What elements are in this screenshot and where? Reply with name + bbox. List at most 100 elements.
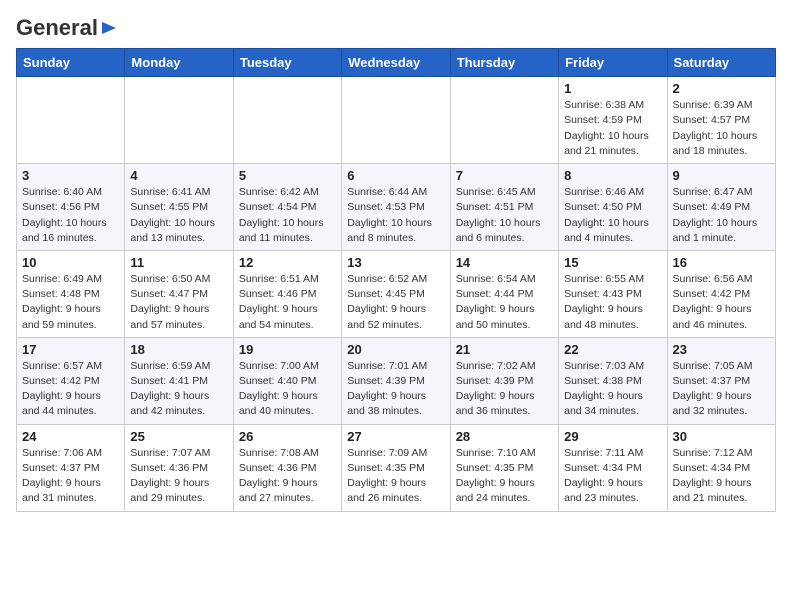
calendar-cell: 30 Sunrise: 7:12 AM Sunset: 4:34 PM Dayli…	[667, 424, 775, 511]
calendar-cell: 22 Sunrise: 7:03 AM Sunset: 4:38 PM Dayli…	[559, 337, 667, 424]
day-number: 23	[673, 342, 770, 357]
week-row-2: 3 Sunrise: 6:40 AM Sunset: 4:56 PM Daylig…	[17, 164, 776, 251]
day-info: Sunrise: 6:38 AM Sunset: 4:59 PM Dayligh…	[564, 98, 661, 159]
day-number: 8	[564, 168, 661, 183]
day-number: 14	[456, 255, 553, 270]
day-number: 28	[456, 429, 553, 444]
day-info: Sunrise: 6:41 AM Sunset: 4:55 PM Dayligh…	[130, 185, 227, 246]
day-number: 19	[239, 342, 336, 357]
day-number: 13	[347, 255, 444, 270]
logo-general: General	[16, 16, 98, 40]
weekday-header-row: SundayMondayTuesdayWednesdayThursdayFrid…	[17, 49, 776, 77]
day-info: Sunrise: 7:08 AM Sunset: 4:36 PM Dayligh…	[239, 446, 336, 507]
day-info: Sunrise: 6:40 AM Sunset: 4:56 PM Dayligh…	[22, 185, 119, 246]
weekday-header-tuesday: Tuesday	[233, 49, 341, 77]
day-number: 11	[130, 255, 227, 270]
week-row-3: 10 Sunrise: 6:49 AM Sunset: 4:48 PM Dayli…	[17, 250, 776, 337]
day-number: 20	[347, 342, 444, 357]
day-number: 4	[130, 168, 227, 183]
day-info: Sunrise: 6:45 AM Sunset: 4:51 PM Dayligh…	[456, 185, 553, 246]
calendar-cell: 24 Sunrise: 7:06 AM Sunset: 4:37 PM Dayli…	[17, 424, 125, 511]
day-number: 16	[673, 255, 770, 270]
day-info: Sunrise: 7:03 AM Sunset: 4:38 PM Dayligh…	[564, 359, 661, 420]
calendar-cell: 7 Sunrise: 6:45 AM Sunset: 4:51 PM Daylig…	[450, 164, 558, 251]
day-number: 10	[22, 255, 119, 270]
day-number: 3	[22, 168, 119, 183]
day-info: Sunrise: 7:00 AM Sunset: 4:40 PM Dayligh…	[239, 359, 336, 420]
calendar-cell: 19 Sunrise: 7:00 AM Sunset: 4:40 PM Dayli…	[233, 337, 341, 424]
week-row-4: 17Sunrise: 6:57 AM Sunset: 4:42 PM Dayli…	[17, 337, 776, 424]
day-number: 25	[130, 429, 227, 444]
calendar-cell	[125, 77, 233, 164]
calendar-cell: 11 Sunrise: 6:50 AM Sunset: 4:47 PM Dayli…	[125, 250, 233, 337]
week-row-5: 24 Sunrise: 7:06 AM Sunset: 4:37 PM Dayli…	[17, 424, 776, 511]
calendar-table: SundayMondayTuesdayWednesdayThursdayFrid…	[16, 48, 776, 511]
calendar-cell	[17, 77, 125, 164]
calendar-cell: 1Sunrise: 6:38 AM Sunset: 4:59 PM Daylig…	[559, 77, 667, 164]
day-info: Sunrise: 6:49 AM Sunset: 4:48 PM Dayligh…	[22, 272, 119, 333]
day-info: Sunrise: 7:01 AM Sunset: 4:39 PM Dayligh…	[347, 359, 444, 420]
calendar-cell: 16 Sunrise: 6:56 AM Sunset: 4:42 PM Dayli…	[667, 250, 775, 337]
calendar-cell: 27 Sunrise: 7:09 AM Sunset: 4:35 PM Dayli…	[342, 424, 450, 511]
day-number: 22	[564, 342, 661, 357]
calendar-cell: 4 Sunrise: 6:41 AM Sunset: 4:55 PM Daylig…	[125, 164, 233, 251]
weekday-header-wednesday: Wednesday	[342, 49, 450, 77]
day-info: Sunrise: 7:12 AM Sunset: 4:34 PM Dayligh…	[673, 446, 770, 507]
calendar-cell: 21 Sunrise: 7:02 AM Sunset: 4:39 PM Dayli…	[450, 337, 558, 424]
day-info: Sunrise: 6:50 AM Sunset: 4:47 PM Dayligh…	[130, 272, 227, 333]
weekday-header-thursday: Thursday	[450, 49, 558, 77]
calendar-cell: 18 Sunrise: 6:59 AM Sunset: 4:41 PM Dayli…	[125, 337, 233, 424]
day-info: Sunrise: 6:39 AM Sunset: 4:57 PM Dayligh…	[673, 98, 770, 159]
day-number: 15	[564, 255, 661, 270]
day-number: 12	[239, 255, 336, 270]
day-info: Sunrise: 7:05 AM Sunset: 4:37 PM Dayligh…	[673, 359, 770, 420]
calendar-cell: 8 Sunrise: 6:46 AM Sunset: 4:50 PM Daylig…	[559, 164, 667, 251]
calendar-cell: 17Sunrise: 6:57 AM Sunset: 4:42 PM Dayli…	[17, 337, 125, 424]
calendar-cell: 2 Sunrise: 6:39 AM Sunset: 4:57 PM Daylig…	[667, 77, 775, 164]
day-number: 18	[130, 342, 227, 357]
day-info: Sunrise: 6:56 AM Sunset: 4:42 PM Dayligh…	[673, 272, 770, 333]
day-info: Sunrise: 6:59 AM Sunset: 4:41 PM Dayligh…	[130, 359, 227, 420]
day-number: 26	[239, 429, 336, 444]
day-number: 21	[456, 342, 553, 357]
calendar-cell	[342, 77, 450, 164]
logo-arrow-icon	[100, 19, 118, 37]
calendar-cell: 3 Sunrise: 6:40 AM Sunset: 4:56 PM Daylig…	[17, 164, 125, 251]
week-row-1: 1Sunrise: 6:38 AM Sunset: 4:59 PM Daylig…	[17, 77, 776, 164]
day-number: 27	[347, 429, 444, 444]
day-info: Sunrise: 6:55 AM Sunset: 4:43 PM Dayligh…	[564, 272, 661, 333]
day-number: 2	[673, 81, 770, 96]
weekday-header-friday: Friday	[559, 49, 667, 77]
header: General	[16, 16, 776, 36]
day-info: Sunrise: 6:46 AM Sunset: 4:50 PM Dayligh…	[564, 185, 661, 246]
calendar-cell: 15 Sunrise: 6:55 AM Sunset: 4:43 PM Dayli…	[559, 250, 667, 337]
day-info: Sunrise: 7:07 AM Sunset: 4:36 PM Dayligh…	[130, 446, 227, 507]
calendar-cell: 5Sunrise: 6:42 AM Sunset: 4:54 PM Daylig…	[233, 164, 341, 251]
calendar-cell: 26 Sunrise: 7:08 AM Sunset: 4:36 PM Dayli…	[233, 424, 341, 511]
day-info: Sunrise: 7:02 AM Sunset: 4:39 PM Dayligh…	[456, 359, 553, 420]
calendar-cell: 12Sunrise: 6:51 AM Sunset: 4:46 PM Dayli…	[233, 250, 341, 337]
day-info: Sunrise: 7:06 AM Sunset: 4:37 PM Dayligh…	[22, 446, 119, 507]
day-number: 9	[673, 168, 770, 183]
day-number: 30	[673, 429, 770, 444]
calendar-cell: 13 Sunrise: 6:52 AM Sunset: 4:45 PM Dayli…	[342, 250, 450, 337]
calendar-cell: 14Sunrise: 6:54 AM Sunset: 4:44 PM Dayli…	[450, 250, 558, 337]
day-number: 6	[347, 168, 444, 183]
day-info: Sunrise: 6:47 AM Sunset: 4:49 PM Dayligh…	[673, 185, 770, 246]
day-number: 5	[239, 168, 336, 183]
calendar-cell: 10 Sunrise: 6:49 AM Sunset: 4:48 PM Dayli…	[17, 250, 125, 337]
weekday-header-saturday: Saturday	[667, 49, 775, 77]
day-number: 29	[564, 429, 661, 444]
calendar-cell	[233, 77, 341, 164]
day-info: Sunrise: 7:11 AM Sunset: 4:34 PM Dayligh…	[564, 446, 661, 507]
calendar-cell: 9 Sunrise: 6:47 AM Sunset: 4:49 PM Daylig…	[667, 164, 775, 251]
day-number: 7	[456, 168, 553, 183]
day-number: 24	[22, 429, 119, 444]
day-info: Sunrise: 7:09 AM Sunset: 4:35 PM Dayligh…	[347, 446, 444, 507]
day-info: Sunrise: 6:57 AM Sunset: 4:42 PM Dayligh…	[22, 359, 119, 420]
day-info: Sunrise: 6:52 AM Sunset: 4:45 PM Dayligh…	[347, 272, 444, 333]
calendar-cell: 20 Sunrise: 7:01 AM Sunset: 4:39 PM Dayli…	[342, 337, 450, 424]
weekday-header-sunday: Sunday	[17, 49, 125, 77]
calendar-cell	[450, 77, 558, 164]
logo: General	[16, 16, 118, 36]
